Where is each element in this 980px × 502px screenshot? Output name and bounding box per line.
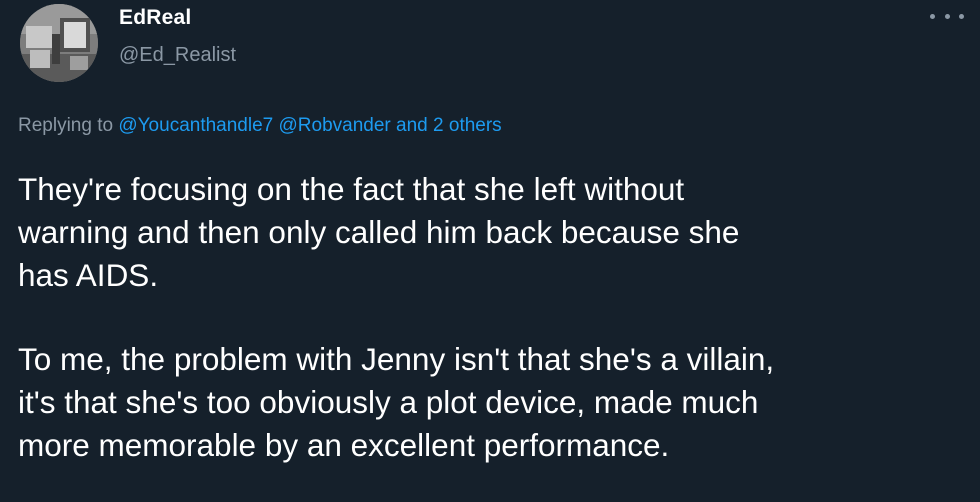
more-dot [944,13,950,19]
tweet-paragraph-1: They're focusing on the fact that she le… [18,168,968,297]
tweet-line: it's that she's too obviously a plot dev… [18,384,759,420]
tweet-paragraph-2: To me, the problem with Jenny isn't that… [18,338,968,467]
tweet-text: They're focusing on the fact that she le… [18,168,968,467]
author-display-name[interactable]: EdReal [119,6,191,30]
others-link[interactable]: and 2 others [396,115,502,136]
tweet-line: They're focusing on the fact that she le… [18,171,685,207]
tweet-line: more memorable by an excellent performan… [18,427,670,463]
avatar-photo-icon [20,4,98,82]
more-dot [930,13,935,19]
mention-link-youcanthandle7[interactable]: @Youcanthandle7 [118,115,273,136]
tweet-line: warning and then only called him back be… [18,214,740,250]
avatar[interactable] [20,4,98,82]
tweet-card: EdReal @Ed_Realist Replying to @Youcanth… [0,0,980,502]
replying-to-line: Replying to @Youcanthandle7 @Robvander a… [18,115,502,137]
tweet-line: To me, the problem with Jenny isn't that… [18,341,775,377]
author-handle[interactable]: @Ed_Realist [119,44,236,67]
more-dot [959,13,964,19]
tweet-line: has AIDS. [18,257,159,293]
mention-link-robvander[interactable]: @Robvander [279,115,391,136]
more-options-icon[interactable] [930,6,964,26]
replying-to-label: Replying to [18,115,114,136]
